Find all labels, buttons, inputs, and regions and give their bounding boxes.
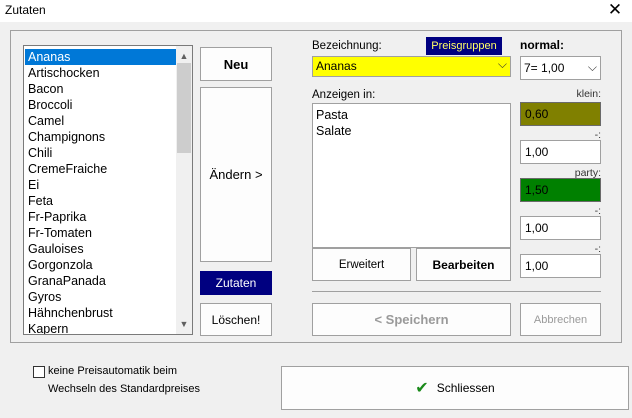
list-item[interactable]: Fr-Tomaten [25, 225, 177, 241]
list-item[interactable]: Artischocken [25, 65, 177, 81]
list-item[interactable]: Gyros [25, 289, 177, 305]
list-item[interactable]: Ei [25, 177, 177, 193]
aendern-button[interactable]: Ändern > [200, 87, 272, 262]
neu-button[interactable]: Neu [200, 47, 272, 81]
checkbox-label-line2: Wechseln des Standardpreises [48, 383, 201, 395]
list-scrollbar[interactable]: ▲ ▼ [176, 46, 192, 334]
speichern-button[interactable]: < Speichern [312, 303, 511, 336]
list-item[interactable]: Fr-Paprika [25, 209, 177, 225]
title-bar [0, 0, 632, 22]
bezeichnung-label: Bezeichnung: [312, 40, 382, 52]
checkmark-icon: ✔ [415, 380, 429, 397]
scroll-thumb[interactable] [177, 63, 191, 153]
divider [312, 291, 601, 292]
close-icon[interactable]: ✕ [604, 0, 626, 22]
list-item[interactable]: Camel [25, 113, 177, 129]
list-item[interactable]: Broccoli [25, 97, 177, 113]
list-item[interactable]: Gauloises [25, 241, 177, 257]
anzeigen-listbox[interactable]: Pasta Salate [312, 103, 511, 248]
schliessen-button[interactable]: ✔ Schliessen [281, 366, 629, 410]
klein-label: klein: [576, 88, 601, 100]
window-title: Zutaten [5, 3, 46, 17]
list-item[interactable]: Gorgonzola [25, 257, 177, 273]
chevron-down-icon[interactable]: ⌵ [498, 57, 507, 72]
anzeigen-label: Anzeigen in: [312, 89, 376, 101]
preisautomatik-checkbox[interactable] [33, 366, 45, 378]
list-item[interactable]: Feta [25, 193, 177, 209]
chevron-down-icon[interactable]: ⌵ [588, 60, 597, 75]
klein-price-field[interactable]: 0,60 [520, 102, 601, 126]
list-item[interactable]: GranaPanada [25, 273, 177, 289]
ingredient-listbox[interactable]: Ananas Artischocken Bacon Broccoli Camel Cham… [23, 45, 193, 335]
zutaten-button[interactable]: Zutaten [200, 271, 272, 295]
schliessen-label: Schliessen [436, 381, 495, 395]
list-item[interactable]: Champignons [25, 129, 177, 145]
scroll-down-icon[interactable]: ▼ [176, 316, 192, 332]
list-item[interactable]: Bacon [25, 81, 177, 97]
checkbox-label-line1: keine Preisautomatik beim [48, 365, 178, 377]
ingredient-list: Ananas Artischocken Bacon Broccoli Camel Cham… [25, 49, 177, 334]
anzeigen-item[interactable]: Pasta [316, 107, 351, 123]
preisgruppen-button[interactable]: Preisgruppen [426, 37, 502, 55]
list-item[interactable]: CremeFraiche [25, 161, 177, 177]
list-item[interactable]: Kapern [25, 321, 177, 334]
price-field-1[interactable]: 1,00 [520, 140, 601, 164]
price-field-2[interactable]: 1,00 [520, 216, 601, 240]
normal-price-value: 7= 1,00 [524, 61, 565, 75]
scroll-up-icon[interactable]: ▲ [176, 48, 192, 64]
party-price-field[interactable]: 1,50 [520, 178, 601, 202]
anzeigen-list: Pasta Salate [316, 107, 351, 139]
list-item[interactable]: Hähnchenbrust [25, 305, 177, 321]
erweitert-button[interactable]: Erweitert [312, 248, 411, 281]
abbrechen-button[interactable]: Abbrechen [520, 303, 601, 336]
bearbeiten-button[interactable]: Bearbeiten [416, 248, 511, 281]
bezeichnung-value: Ananas [316, 59, 357, 73]
list-item[interactable]: Chili [25, 145, 177, 161]
normal-label: normal: [520, 38, 565, 52]
normal-price-combo[interactable]: 7= 1,00 ⌵ [520, 56, 601, 80]
anzeigen-item[interactable]: Salate [316, 123, 351, 139]
loeschen-button[interactable]: Löschen! [200, 303, 272, 336]
price-field-3[interactable]: 1,00 [520, 254, 601, 278]
bezeichnung-combo[interactable]: Ananas ⌵ [312, 56, 511, 77]
list-item[interactable]: Ananas [25, 49, 177, 65]
